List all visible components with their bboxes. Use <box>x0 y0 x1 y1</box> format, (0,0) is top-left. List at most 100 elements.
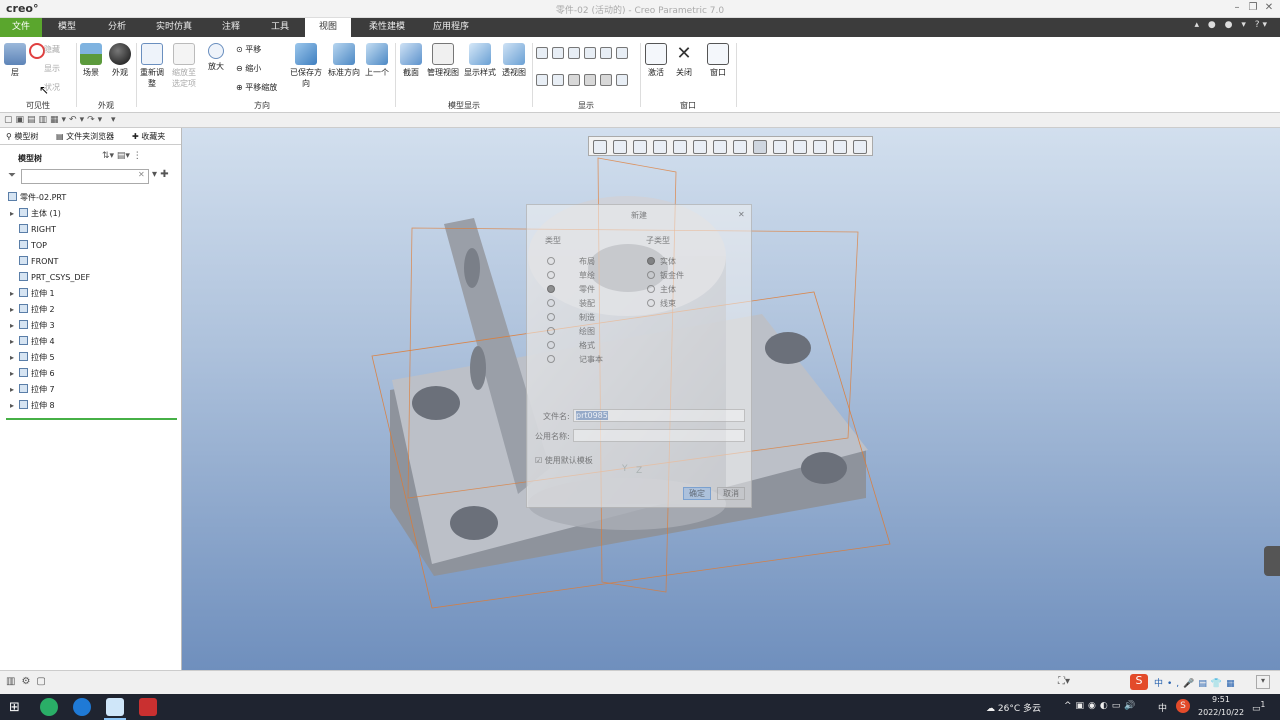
dialog-close-icon[interactable]: ✕ <box>738 210 745 219</box>
ime-indicator[interactable]: 中 <box>1158 701 1167 714</box>
tray-icons[interactable]: ^▣◉◐▭🔊 <box>1064 701 1139 711</box>
csys-tag-icon[interactable] <box>584 74 596 86</box>
tab-model-tree[interactable]: ⚲ 模型树 <box>6 131 38 142</box>
search-options-icon[interactable]: ▾ ✚ <box>152 169 169 180</box>
model-tree-search-input[interactable] <box>21 169 149 184</box>
saved-orientation-button[interactable]: 已保存方向 <box>289 43 323 89</box>
spin-center-icon[interactable] <box>853 140 867 154</box>
tree-item[interactable]: RIGHT <box>10 224 56 238</box>
filename-input[interactable]: prt0985 <box>573 409 745 422</box>
expand-arrow-icon[interactable]: ▸ <box>10 305 19 314</box>
expand-arrow-icon[interactable]: ▸ <box>10 321 19 330</box>
window-menu-button[interactable]: 窗口 <box>704 43 732 78</box>
type-radio[interactable] <box>547 257 555 265</box>
selection-filter-icon[interactable]: ⛶▾ <box>1058 676 1070 687</box>
tolerance-display-icon[interactable] <box>600 74 612 86</box>
ok-button[interactable]: 确定 <box>683 487 711 500</box>
use-template-checkbox[interactable]: ☑ 使用默认模板 <box>535 455 593 466</box>
csys-display-icon[interactable] <box>813 140 827 154</box>
status-dropdown-icon[interactable]: ▾ <box>1256 675 1270 689</box>
clear-search-icon[interactable]: ✕ <box>138 170 145 179</box>
maximize-icon[interactable]: ❐ <box>1246 2 1260 16</box>
type-radio[interactable] <box>547 313 555 321</box>
previous-orientation-button[interactable]: 上一个 <box>364 43 390 78</box>
browser-icon[interactable] <box>73 698 91 716</box>
insert-indicator-line[interactable] <box>6 418 177 420</box>
weather-widget[interactable]: ☁ 26°C 多云 <box>986 701 1041 714</box>
activate-button[interactable]: 激活 <box>644 43 668 78</box>
pan-button[interactable]: ⊙ 平移 <box>236 44 261 55</box>
tree-item[interactable]: ▸ 拉伸 1 <box>10 288 55 302</box>
tree-item[interactable]: PRT_CSYS_DEF <box>10 272 90 286</box>
tree-item[interactable]: ▸ 拉伸 6 <box>10 368 55 382</box>
expand-arrow-icon[interactable]: ▸ <box>10 337 19 346</box>
spin-center-icon[interactable] <box>600 47 612 59</box>
zoom-out-icon[interactable] <box>633 140 647 154</box>
close-window-button[interactable]: ✕ 关闭 <box>672 43 696 78</box>
tree-item[interactable]: TOP <box>10 240 47 254</box>
wechat-icon[interactable] <box>40 698 58 716</box>
tab-favorites[interactable]: ✚ 收藏夹 <box>132 131 165 142</box>
subtype-radio[interactable] <box>647 271 655 279</box>
axis-tag-icon[interactable] <box>552 74 564 86</box>
scene-button[interactable]: 场景 <box>78 43 104 78</box>
hide-button[interactable]: 隐藏 <box>44 44 60 55</box>
cancel-button[interactable]: 取消 <box>717 487 745 500</box>
tree-item[interactable]: ▸ 拉伸 7 <box>10 384 55 398</box>
tab-model[interactable]: 模型 <box>46 18 88 37</box>
quick-access-icons[interactable]: ▢▣▤▥▦▾↶▾↷▾ ▾ <box>4 115 119 125</box>
more-display-icon[interactable] <box>616 74 628 86</box>
tab-flexible-modeling[interactable]: 柔性建模 <box>359 18 415 37</box>
clock-date[interactable]: 2022/10/22 <box>1198 708 1244 717</box>
zoom-selected-button[interactable]: 缩放至选定项 <box>169 43 199 89</box>
zoom-in-icon[interactable] <box>613 140 627 154</box>
subtype-radio[interactable] <box>647 285 655 293</box>
ime-toolbar-icons[interactable]: 中•,🎤▤👕▦ <box>1154 676 1239 689</box>
type-radio[interactable] <box>547 299 555 307</box>
view-manager-icon[interactable] <box>713 140 727 154</box>
tab-file[interactable]: 文件 <box>0 18 42 37</box>
axis-display-icon[interactable] <box>552 47 564 59</box>
tab-applications[interactable]: 应用程序 <box>423 18 479 37</box>
tree-item[interactable]: FRONT <box>10 256 58 270</box>
type-radio[interactable] <box>547 271 555 279</box>
clock-time[interactable]: 9:51 <box>1212 695 1230 704</box>
plane-display-icon[interactable] <box>536 47 548 59</box>
tree-item[interactable]: ▸ 主体 (1) <box>10 208 61 222</box>
zoom-out-button[interactable]: ⊖ 缩小 <box>236 63 261 74</box>
expand-arrow-icon[interactable]: ▸ <box>10 385 19 394</box>
side-panel-handle[interactable] <box>1264 546 1280 576</box>
tree-item[interactable]: ▸ 拉伸 4 <box>10 336 55 350</box>
type-radio[interactable] <box>547 341 555 349</box>
refit-icon[interactable] <box>593 140 607 154</box>
tab-view[interactable]: 视图 <box>305 18 351 37</box>
appearance-button[interactable]: 外观 <box>107 43 133 78</box>
annotation-display-icon[interactable] <box>536 74 548 86</box>
status-bar-icons[interactable]: ▥⚙▢ <box>6 676 52 687</box>
tab-annotate[interactable]: 注释 <box>210 18 252 37</box>
axis-display-icon[interactable] <box>773 140 787 154</box>
expand-arrow-icon[interactable]: ▸ <box>10 401 19 410</box>
expand-arrow-icon[interactable]: ▸ <box>10 209 19 218</box>
subtype-radio[interactable] <box>647 257 655 265</box>
expand-arrow-icon[interactable]: ▸ <box>10 289 19 298</box>
tab-folder-browser[interactable]: ▤ 文件夹浏览器 <box>56 131 114 142</box>
plane-display-icon[interactable] <box>753 140 767 154</box>
ribbon-options-icons[interactable]: ▴ ● ● ▾ ?▾ <box>1195 20 1270 30</box>
point-display-icon[interactable] <box>568 47 580 59</box>
type-radio[interactable] <box>547 355 555 363</box>
display-style-button[interactable]: 显示样式 <box>463 43 497 78</box>
plane-tag-icon[interactable] <box>616 47 628 59</box>
recorder-icon[interactable] <box>139 698 157 716</box>
csys-display-icon[interactable] <box>584 47 596 59</box>
perspective-view-icon[interactable] <box>733 140 747 154</box>
tab-tools[interactable]: 工具 <box>259 18 301 37</box>
expand-arrow-icon[interactable]: ▸ <box>10 369 19 378</box>
perspective-button[interactable]: 透视图 <box>500 43 528 78</box>
tab-analysis[interactable]: 分析 <box>96 18 138 37</box>
layer-button[interactable]: 层 <box>3 43 27 78</box>
filter-icon[interactable]: ⏷ <box>8 170 16 181</box>
saved-orientations-icon[interactable] <box>693 140 707 154</box>
point-display-icon[interactable] <box>793 140 807 154</box>
expand-arrow-icon[interactable]: ▸ <box>10 353 19 362</box>
